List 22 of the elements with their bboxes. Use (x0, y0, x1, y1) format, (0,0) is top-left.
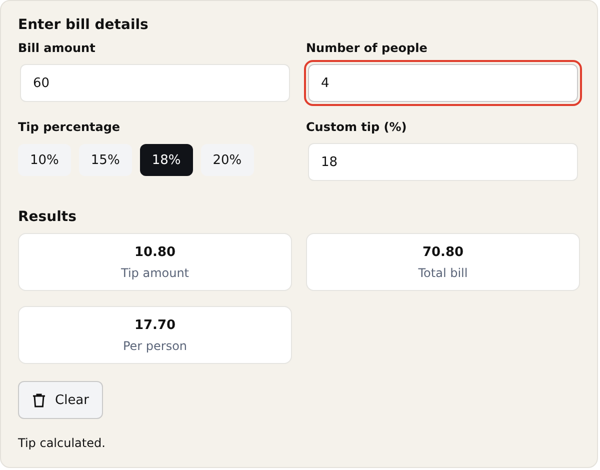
field-label: Custom tip (%) (306, 120, 408, 134)
status-message: Tip calculated. (18, 436, 106, 450)
result-label: Per person (122, 338, 188, 352)
clear-button[interactable]: Clear (18, 381, 103, 419)
tip-option-button[interactable]: 18% (140, 144, 193, 176)
result-label: Tip amount (120, 266, 190, 280)
result-label: Total bill (418, 266, 468, 280)
field-label: Bill amount (18, 41, 96, 55)
input-field[interactable]: 18 (308, 143, 578, 181)
trash-icon (32, 392, 46, 408)
field-label: Tip percentage (18, 120, 122, 134)
tip-option-button[interactable]: 20% (200, 144, 254, 176)
tip-option-button[interactable]: 15% (78, 144, 132, 176)
field-label: Number of people (306, 41, 428, 55)
result-value: 10.80 (134, 244, 176, 260)
input-field[interactable]: 4 (308, 64, 578, 102)
result-value: 70.80 (422, 244, 464, 260)
result-value: 17.70 (134, 318, 176, 332)
section-title: Enter bill details (18, 17, 150, 33)
tip-option-button[interactable]: 10% (18, 144, 71, 176)
section-title: Results (18, 209, 78, 225)
input-field[interactable]: 60 (20, 64, 290, 102)
